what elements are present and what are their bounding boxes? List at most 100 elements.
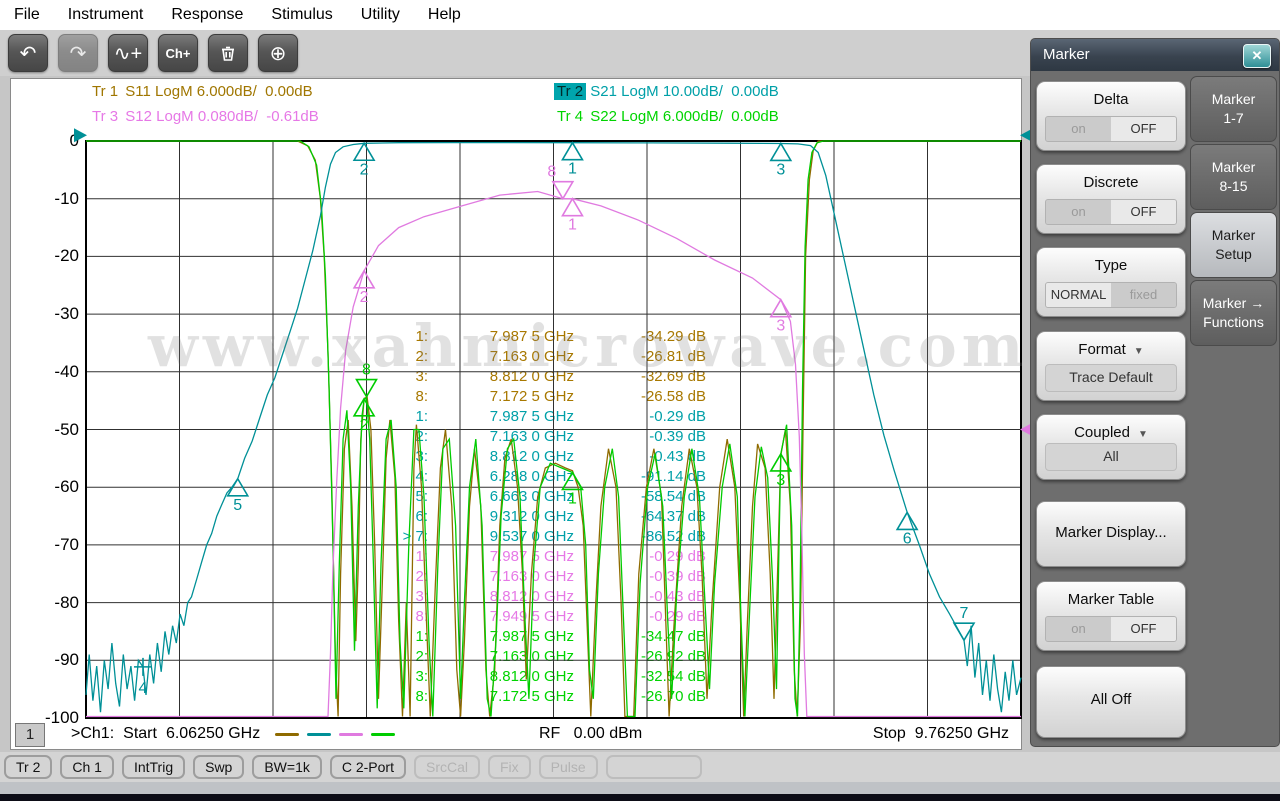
- marker-s21-1: [562, 143, 582, 160]
- tab-marker-1-7[interactable]: Marker 1-7: [1190, 76, 1277, 142]
- stop-label: Stop: [873, 725, 906, 742]
- marker-s21-1-label: 1: [568, 161, 577, 178]
- coupled-value[interactable]: All: [1045, 443, 1177, 471]
- add-trace-icon[interactable]: ∿+: [108, 34, 148, 72]
- trace-format: S22 LogM 6.000dB/ 0.00dB: [586, 108, 779, 125]
- legend-dash-s11: [275, 733, 299, 736]
- trace-format: S21 LogM 10.00dB/ 0.00dB: [586, 83, 779, 100]
- softkey-srccal[interactable]: SrcCal: [414, 755, 480, 779]
- delete-icon[interactable]: [208, 34, 248, 72]
- marker-panel: Marker ✕ Delta on OFF Discrete on OFF Ty…: [1030, 38, 1280, 747]
- trace-id[interactable]: Tr 3: [89, 108, 121, 125]
- channel-label: >Ch1:: [71, 725, 114, 743]
- undo-icon[interactable]: ↶: [8, 34, 48, 72]
- zoom-in-icon[interactable]: ⊕: [258, 34, 298, 72]
- menu-stimulus[interactable]: Stimulus: [257, 0, 346, 30]
- menu-instrument[interactable]: Instrument: [54, 0, 158, 30]
- delta-toggle[interactable]: on OFF: [1045, 116, 1177, 142]
- y-axis-tick: -80: [21, 593, 79, 613]
- marker-s21-4-label: 4: [139, 680, 148, 697]
- add-channel-icon[interactable]: Ch+: [158, 34, 198, 72]
- trace-format: S11 LogM 6.000dB/ 0.00dB: [121, 83, 313, 100]
- marker-s12-1-label: 1: [568, 217, 577, 234]
- channel-badge[interactable]: 1: [15, 723, 45, 747]
- plot-grid: 1:7.987 5 GHz-34.29 dB2:7.163 0 GHz-26.8…: [86, 141, 1021, 718]
- y-axis-tick: -10: [21, 189, 79, 209]
- stimulus-stop: Stop 9.76250 GHz: [873, 725, 1009, 743]
- marker-s21-2-label: 2: [360, 161, 369, 178]
- stop-value[interactable]: 9.76250 GHz: [915, 725, 1009, 742]
- type-button[interactable]: Type NORMAL fixed: [1036, 247, 1186, 317]
- menu-response[interactable]: Response: [157, 0, 257, 30]
- marker-s22-2-label: 2: [360, 417, 369, 434]
- softkey-pulse[interactable]: Pulse: [539, 755, 598, 779]
- menu-utility[interactable]: Utility: [347, 0, 414, 30]
- marker-table-toggle[interactable]: on OFF: [1045, 616, 1177, 642]
- all-off-button[interactable]: All Off: [1036, 666, 1186, 738]
- marker-s21-2: [354, 143, 374, 160]
- trace-label-tr4[interactable]: Tr 4 S22 LogM 6.000dB/ 0.00dB: [554, 108, 779, 125]
- y-axis-tick: -30: [21, 304, 79, 324]
- marker-s12-2: [354, 271, 374, 288]
- trace-label-tr1[interactable]: Tr 1 S11 LogM 6.000dB/ 0.00dB: [89, 83, 313, 100]
- footer-strip: [0, 782, 1280, 794]
- softkey-c-2-port[interactable]: C 2-Port: [330, 755, 406, 779]
- close-icon[interactable]: ✕: [1243, 44, 1271, 68]
- softkey-fix[interactable]: Fix: [488, 755, 531, 779]
- marker-s12-3-label: 3: [776, 318, 785, 335]
- marker-s22-3-label: 3: [776, 472, 785, 489]
- rf-value[interactable]: 0.00 dBm: [574, 725, 642, 742]
- sparameter-chart: 123456781238213: [86, 141, 1021, 718]
- format-value[interactable]: Trace Default: [1045, 364, 1177, 392]
- softkey-ch-1[interactable]: Ch 1: [60, 755, 114, 779]
- rf-power: RF 0.00 dBm: [539, 725, 642, 743]
- delta-button[interactable]: Delta on OFF: [1036, 81, 1186, 151]
- format-button[interactable]: Format▼ Trace Default: [1036, 331, 1186, 401]
- tab-marker-8-15[interactable]: Marker 8-15: [1190, 144, 1277, 210]
- y-axis-tick: -70: [21, 535, 79, 555]
- menu-bar: FileInstrumentResponseStimulusUtilityHel…: [0, 0, 1280, 31]
- y-axis-tick: -60: [21, 477, 79, 497]
- marker-s22-8-label: 8: [362, 362, 371, 379]
- chevron-down-icon: ▼: [1138, 429, 1148, 440]
- marker-table-button[interactable]: Marker Table on OFF: [1036, 581, 1186, 651]
- marker-s12-8-label: 8: [547, 164, 556, 181]
- marker-s21-3: [771, 143, 791, 160]
- discrete-toggle[interactable]: on OFF: [1045, 199, 1177, 225]
- trace-id[interactable]: Tr 4: [554, 108, 586, 125]
- softkey-inttrig[interactable]: IntTrig: [122, 755, 185, 779]
- marker-s21-5-label: 5: [233, 497, 242, 514]
- y-axis-tick: -50: [21, 420, 79, 440]
- trace-label-tr2[interactable]: Tr 2 S21 LogM 10.00dB/ 0.00dB: [554, 83, 779, 100]
- marker-display-button[interactable]: Marker Display...: [1036, 501, 1186, 567]
- trace-id[interactable]: Tr 2: [554, 83, 586, 100]
- start-value[interactable]: 6.06250 GHz: [166, 725, 260, 743]
- softkey-tr-2[interactable]: Tr 2: [4, 755, 52, 779]
- measurement-display: Tr 1 S11 LogM 6.000dB/ 0.00dB Tr 2 S21 Lo…: [10, 78, 1022, 750]
- discrete-button[interactable]: Discrete on OFF: [1036, 164, 1186, 234]
- softkey-blank[interactable]: [606, 755, 702, 779]
- tab-marker-functions[interactable]: Marker → Functions: [1190, 280, 1277, 346]
- marker-panel-title: Marker: [1031, 39, 1279, 71]
- chevron-down-icon: ▼: [1134, 346, 1144, 357]
- type-toggle[interactable]: NORMAL fixed: [1045, 282, 1177, 308]
- legend-dash-s21: [307, 733, 331, 736]
- coupled-button[interactable]: Coupled▼ All: [1036, 414, 1186, 480]
- marker-s12-2-label: 2: [360, 289, 369, 306]
- trace-id[interactable]: Tr 1: [89, 83, 121, 100]
- softkey-swp[interactable]: Swp: [193, 755, 244, 779]
- trace-label-tr3[interactable]: Tr 3 S12 LogM 0.080dB/ -0.61dB: [89, 108, 319, 125]
- y-axis-tick: 0: [21, 131, 79, 151]
- menu-file[interactable]: File: [0, 0, 54, 30]
- marker-s22-1-label: 1: [568, 490, 577, 507]
- softkey-bw-1k[interactable]: BW=1k: [252, 755, 322, 779]
- start-label: Start: [123, 725, 157, 743]
- footer-edge: [0, 794, 1280, 801]
- y-axis-tick: -20: [21, 246, 79, 266]
- marker-s21-7-label: 7: [960, 605, 969, 622]
- menu-help[interactable]: Help: [414, 0, 475, 30]
- redo-icon: ↷: [58, 34, 98, 72]
- trace-format: S12 LogM 0.080dB/ -0.61dB: [121, 108, 319, 125]
- tab-marker-setup[interactable]: Marker Setup: [1190, 212, 1277, 278]
- trace-legend: [275, 733, 395, 736]
